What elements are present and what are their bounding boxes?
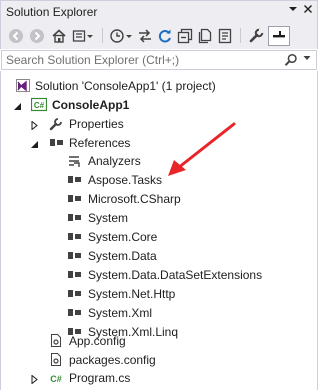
window-position-dropdown-icon[interactable] (286, 4, 300, 18)
assembly-reference-icon (66, 229, 82, 244)
reference-label: System.Core (88, 230, 158, 244)
tree-item-program-cs[interactable]: C# Program.cs (1, 368, 317, 387)
search-icon[interactable] (284, 53, 298, 70)
title-bar: Solution Explorer (0, 0, 318, 22)
file-label: Program.cs (69, 371, 131, 385)
sync-with-active-document-icon[interactable] (136, 27, 154, 45)
search-box[interactable] (1, 50, 317, 70)
view-code-icon[interactable] (216, 27, 234, 45)
toolbar (0, 22, 318, 49)
reference-item[interactable]: System.Data (1, 246, 317, 265)
references-icon (48, 135, 64, 150)
reference-item[interactable]: System.Data.DataSetExtensions (1, 265, 317, 284)
config-file-icon (48, 352, 64, 367)
assembly-reference-icon (66, 305, 82, 320)
reference-item[interactable]: System.Net.Http (1, 284, 317, 303)
csharp-project-icon: C# (31, 97, 47, 112)
assembly-reference-icon (66, 248, 82, 263)
project-label: ConsoleApp1 (52, 98, 130, 112)
assembly-reference-icon (66, 172, 82, 187)
collapse-all-icon[interactable] (176, 27, 194, 45)
search-options-dropdown-icon[interactable] (303, 54, 311, 64)
file-label: packages.config (69, 353, 156, 367)
reference-label: System.Xml (88, 306, 153, 320)
wrench-icon (48, 116, 64, 131)
toolbar-separator (102, 28, 103, 43)
references-label: References (69, 136, 131, 150)
reference-label: System.Net.Http (88, 287, 176, 301)
show-all-files-icon[interactable] (196, 27, 214, 45)
tree-item-properties[interactable]: Properties (1, 114, 317, 133)
search-input[interactable] (6, 53, 276, 67)
assembly-reference-icon (66, 191, 82, 206)
pending-changes-filter-button[interactable] (108, 27, 134, 45)
file-label: App.config (69, 334, 126, 348)
properties-label: Properties (69, 117, 124, 131)
annotation-arrow (168, 122, 236, 176)
home-button[interactable] (50, 27, 68, 45)
tree-item-packages-config[interactable]: packages.config (1, 350, 317, 369)
close-icon[interactable] (301, 4, 315, 18)
assembly-reference-icon (66, 286, 82, 301)
solution-tree: Solution 'ConsoleApp1' (1 project) C# Co… (0, 71, 318, 390)
tree-item-project[interactable]: C# ConsoleApp1 (1, 95, 317, 114)
preview-selected-items-toggle[interactable] (268, 26, 290, 46)
reference-label: Aspose.Tasks (88, 173, 163, 187)
analyzer-icon (66, 153, 82, 168)
tree-item-solution[interactable]: Solution 'ConsoleApp1' (1 project) (1, 76, 317, 95)
toolbar-separator (240, 28, 241, 43)
reference-label: System.Data.DataSetExtensions (88, 268, 263, 282)
back-button[interactable] (7, 27, 25, 45)
assembly-reference-icon (66, 267, 82, 282)
reference-label: Analyzers (88, 154, 141, 168)
collapsed-icon[interactable] (30, 119, 39, 131)
solution-icon (15, 78, 31, 93)
reference-item[interactable]: System.Xml (1, 303, 317, 322)
assembly-reference-icon (66, 210, 82, 225)
properties-wrench-icon[interactable] (247, 27, 265, 45)
reference-item[interactable]: System (1, 208, 317, 227)
forward-button[interactable] (28, 27, 46, 45)
solutions-and-folders-button[interactable] (71, 27, 95, 45)
refresh-icon[interactable] (156, 27, 174, 45)
collapsed-icon[interactable] (30, 373, 39, 385)
expanded-icon[interactable] (30, 138, 39, 148)
reference-item-aspose-tasks[interactable]: Aspose.Tasks (1, 170, 317, 189)
tree-item-app-config[interactable]: App.config (1, 331, 317, 350)
config-file-icon (48, 333, 64, 348)
solution-label: Solution 'ConsoleApp1' (1 project) (35, 79, 216, 93)
svg-text:C#: C# (50, 374, 62, 384)
reference-label: System (88, 211, 129, 225)
tree-item-references[interactable]: References (1, 133, 317, 152)
expanded-icon[interactable] (13, 100, 22, 110)
reference-label: System.Data (88, 249, 157, 263)
reference-item[interactable]: System.Core (1, 227, 317, 246)
reference-label: Microsoft.CSharp (88, 192, 181, 206)
svg-text:C#: C# (34, 101, 45, 110)
window-title: Solution Explorer (6, 5, 98, 19)
csharp-file-icon: C# (48, 370, 64, 385)
reference-item-analyzers[interactable]: Analyzers (1, 151, 317, 170)
reference-item[interactable]: Microsoft.CSharp (1, 189, 317, 208)
